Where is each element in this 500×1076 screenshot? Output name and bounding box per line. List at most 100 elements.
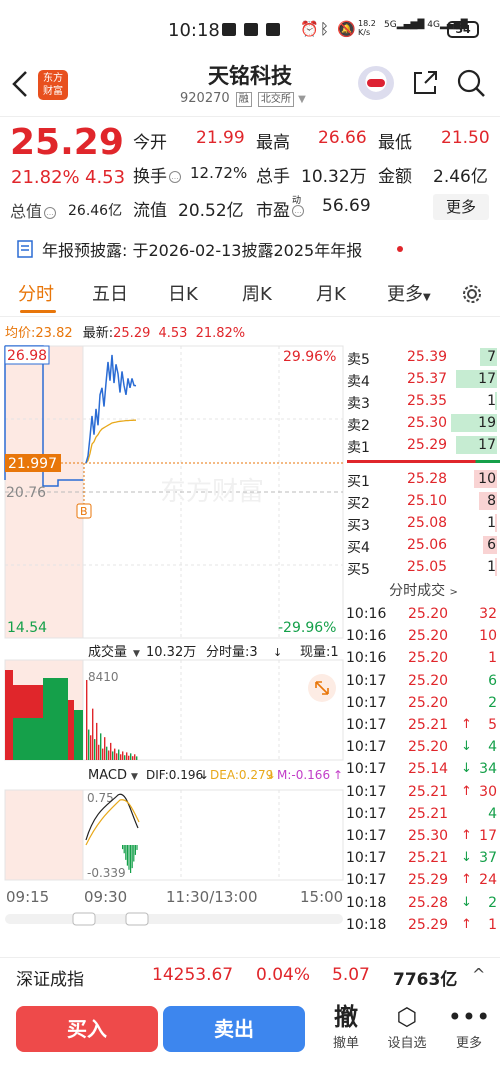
- tick-price: 25.21: [408, 783, 449, 800]
- tick-volume: 32: [479, 606, 497, 622]
- search-icon[interactable]: [456, 68, 486, 98]
- price-line: [85, 354, 137, 464]
- tab-five-day[interactable]: 五日: [92, 280, 128, 306]
- macd-bar: [136, 845, 138, 850]
- volume-bar: [118, 749, 120, 760]
- tick-volume: 4: [488, 805, 497, 822]
- buy-button[interactable]: 买入: [16, 1006, 158, 1052]
- order-volume: 19: [478, 415, 496, 431]
- volume-bar: [98, 744, 100, 760]
- volume-bar: [102, 748, 104, 760]
- pe-label[interactable]: 市盈 …动: [256, 196, 315, 221]
- order-level-label: 买5: [347, 562, 370, 578]
- chevron-up-icon[interactable]: ^: [472, 965, 485, 984]
- tick-row: 10:17 25.29 ↑ 24: [346, 869, 500, 891]
- amount-label: 金额: [378, 167, 412, 187]
- intraday-chart[interactable]: 东方财富 26.98 29.96% 21.997 20.76 B 14.54 -…: [0, 340, 345, 940]
- volume-bar: [124, 755, 126, 760]
- order-book-row[interactable]: 买3 25.08 1: [347, 512, 500, 534]
- more-button[interactable]: 更多: [433, 194, 489, 220]
- order-volume: 17: [478, 371, 496, 387]
- stock-code-row[interactable]: 920270 融 北交所 ▼: [180, 91, 306, 107]
- tick-volume: 17: [479, 828, 497, 844]
- ticks-title[interactable]: 分时成交 >: [347, 580, 500, 600]
- notice-dot: [397, 246, 403, 252]
- order-book-row[interactable]: 买4 25.06 6: [347, 534, 500, 556]
- tick-arrow: ↑: [461, 783, 472, 799]
- app-logo: 东方 财富: [38, 70, 68, 100]
- price-top-label: 26.98: [7, 348, 47, 364]
- tick-time: 10:17: [346, 739, 387, 756]
- macd-bar: [122, 845, 124, 850]
- order-volume: 1: [487, 393, 496, 409]
- time-mid: 11:30/13:00: [166, 888, 258, 906]
- tick-volume: 6: [488, 672, 497, 689]
- tick-volume: 24: [479, 872, 497, 889]
- divider: [0, 316, 500, 317]
- pct-bottom-label: -29.96%: [278, 620, 336, 636]
- tick-time: 10:17: [346, 761, 387, 778]
- order-book-row[interactable]: 卖2 25.30 19: [347, 412, 500, 434]
- pe-value: 56.69: [322, 196, 371, 216]
- order-volume: 17: [478, 437, 496, 453]
- order-book-row[interactable]: 买2 25.10 8: [347, 490, 500, 512]
- range-slider-track: [5, 914, 343, 924]
- macd-bar: [123, 845, 125, 854]
- tick-volume: 30: [479, 783, 497, 800]
- chevron-down-icon: ▼: [298, 94, 306, 105]
- tick-volume: 34: [479, 761, 497, 778]
- tick-price: 25.29: [408, 872, 449, 889]
- volume-bar: [126, 752, 128, 760]
- tick-time: 10:17: [346, 783, 387, 800]
- tab-more[interactable]: 更多▼: [387, 280, 431, 306]
- turnover-label[interactable]: 换手…: [133, 162, 183, 187]
- order-book-row[interactable]: 买1 25.28 10: [347, 468, 500, 490]
- order-volume: 7: [487, 349, 496, 365]
- volume-bar: [86, 680, 88, 760]
- volume-bar: [130, 753, 132, 760]
- order-book-row[interactable]: 卖5 25.39 7: [347, 346, 500, 368]
- tick-arrow: ↓: [461, 739, 472, 755]
- notification-icon: [266, 23, 280, 36]
- volume-label: 成交量: [88, 644, 127, 660]
- float-label: 流值: [133, 201, 167, 221]
- watermark: 东方财富: [160, 476, 264, 506]
- order-book-row[interactable]: 卖4 25.37 17: [347, 368, 500, 390]
- cancel-order-button[interactable]: 撤 撤单: [321, 1002, 371, 1051]
- order-book-row[interactable]: 卖3 25.35 1: [347, 390, 500, 412]
- tick-volume: 10: [479, 628, 497, 645]
- more-actions-button[interactable]: ••• 更多: [444, 1002, 494, 1051]
- order-book-separator: [347, 460, 500, 463]
- tick-row: 10:17 25.20 2: [346, 692, 500, 714]
- share-icon[interactable]: [410, 68, 440, 98]
- time-start: 09:15: [6, 888, 49, 906]
- volume-bar: [106, 746, 108, 760]
- order-book-row[interactable]: 买5 25.05 1: [347, 556, 500, 578]
- back-icon[interactable]: [10, 68, 34, 100]
- tab-intraday[interactable]: 分时: [18, 280, 54, 306]
- tab-monthly-k[interactable]: 月K: [316, 280, 346, 306]
- more-actions-label: 更多: [455, 1036, 482, 1051]
- volume-bar: [90, 735, 92, 760]
- tab-daily-k[interactable]: 日K: [168, 280, 198, 306]
- tick-time: 10:17: [346, 872, 387, 889]
- tick-volume: 5: [488, 717, 497, 733]
- notice-text: 年报预披露: 于2026-02-13披露2025年年报: [42, 241, 363, 260]
- tick-price: 25.20: [408, 739, 449, 756]
- volume-bar: [120, 754, 122, 760]
- order-price: 25.35: [407, 393, 448, 409]
- order-book-row[interactable]: 卖1 25.29 17: [347, 434, 500, 456]
- mktcap-label[interactable]: 总值…: [10, 198, 58, 222]
- tick-price: 25.21: [408, 805, 449, 822]
- tick-time: 10:17: [346, 694, 387, 711]
- gear-icon[interactable]: [460, 282, 484, 306]
- add-watchlist-button[interactable]: ⬡ 设自选: [382, 1002, 432, 1051]
- range-slider-handle: [125, 912, 149, 926]
- index-price: 14253.67: [152, 965, 234, 985]
- tab-weekly-k[interactable]: 周K: [242, 280, 272, 306]
- avatar[interactable]: [358, 66, 394, 100]
- bluetooth-icon: ᛒ: [320, 20, 330, 38]
- sell-button[interactable]: 卖出: [163, 1006, 305, 1052]
- current-price: 25.29: [10, 122, 124, 163]
- volume-bar: [114, 748, 116, 760]
